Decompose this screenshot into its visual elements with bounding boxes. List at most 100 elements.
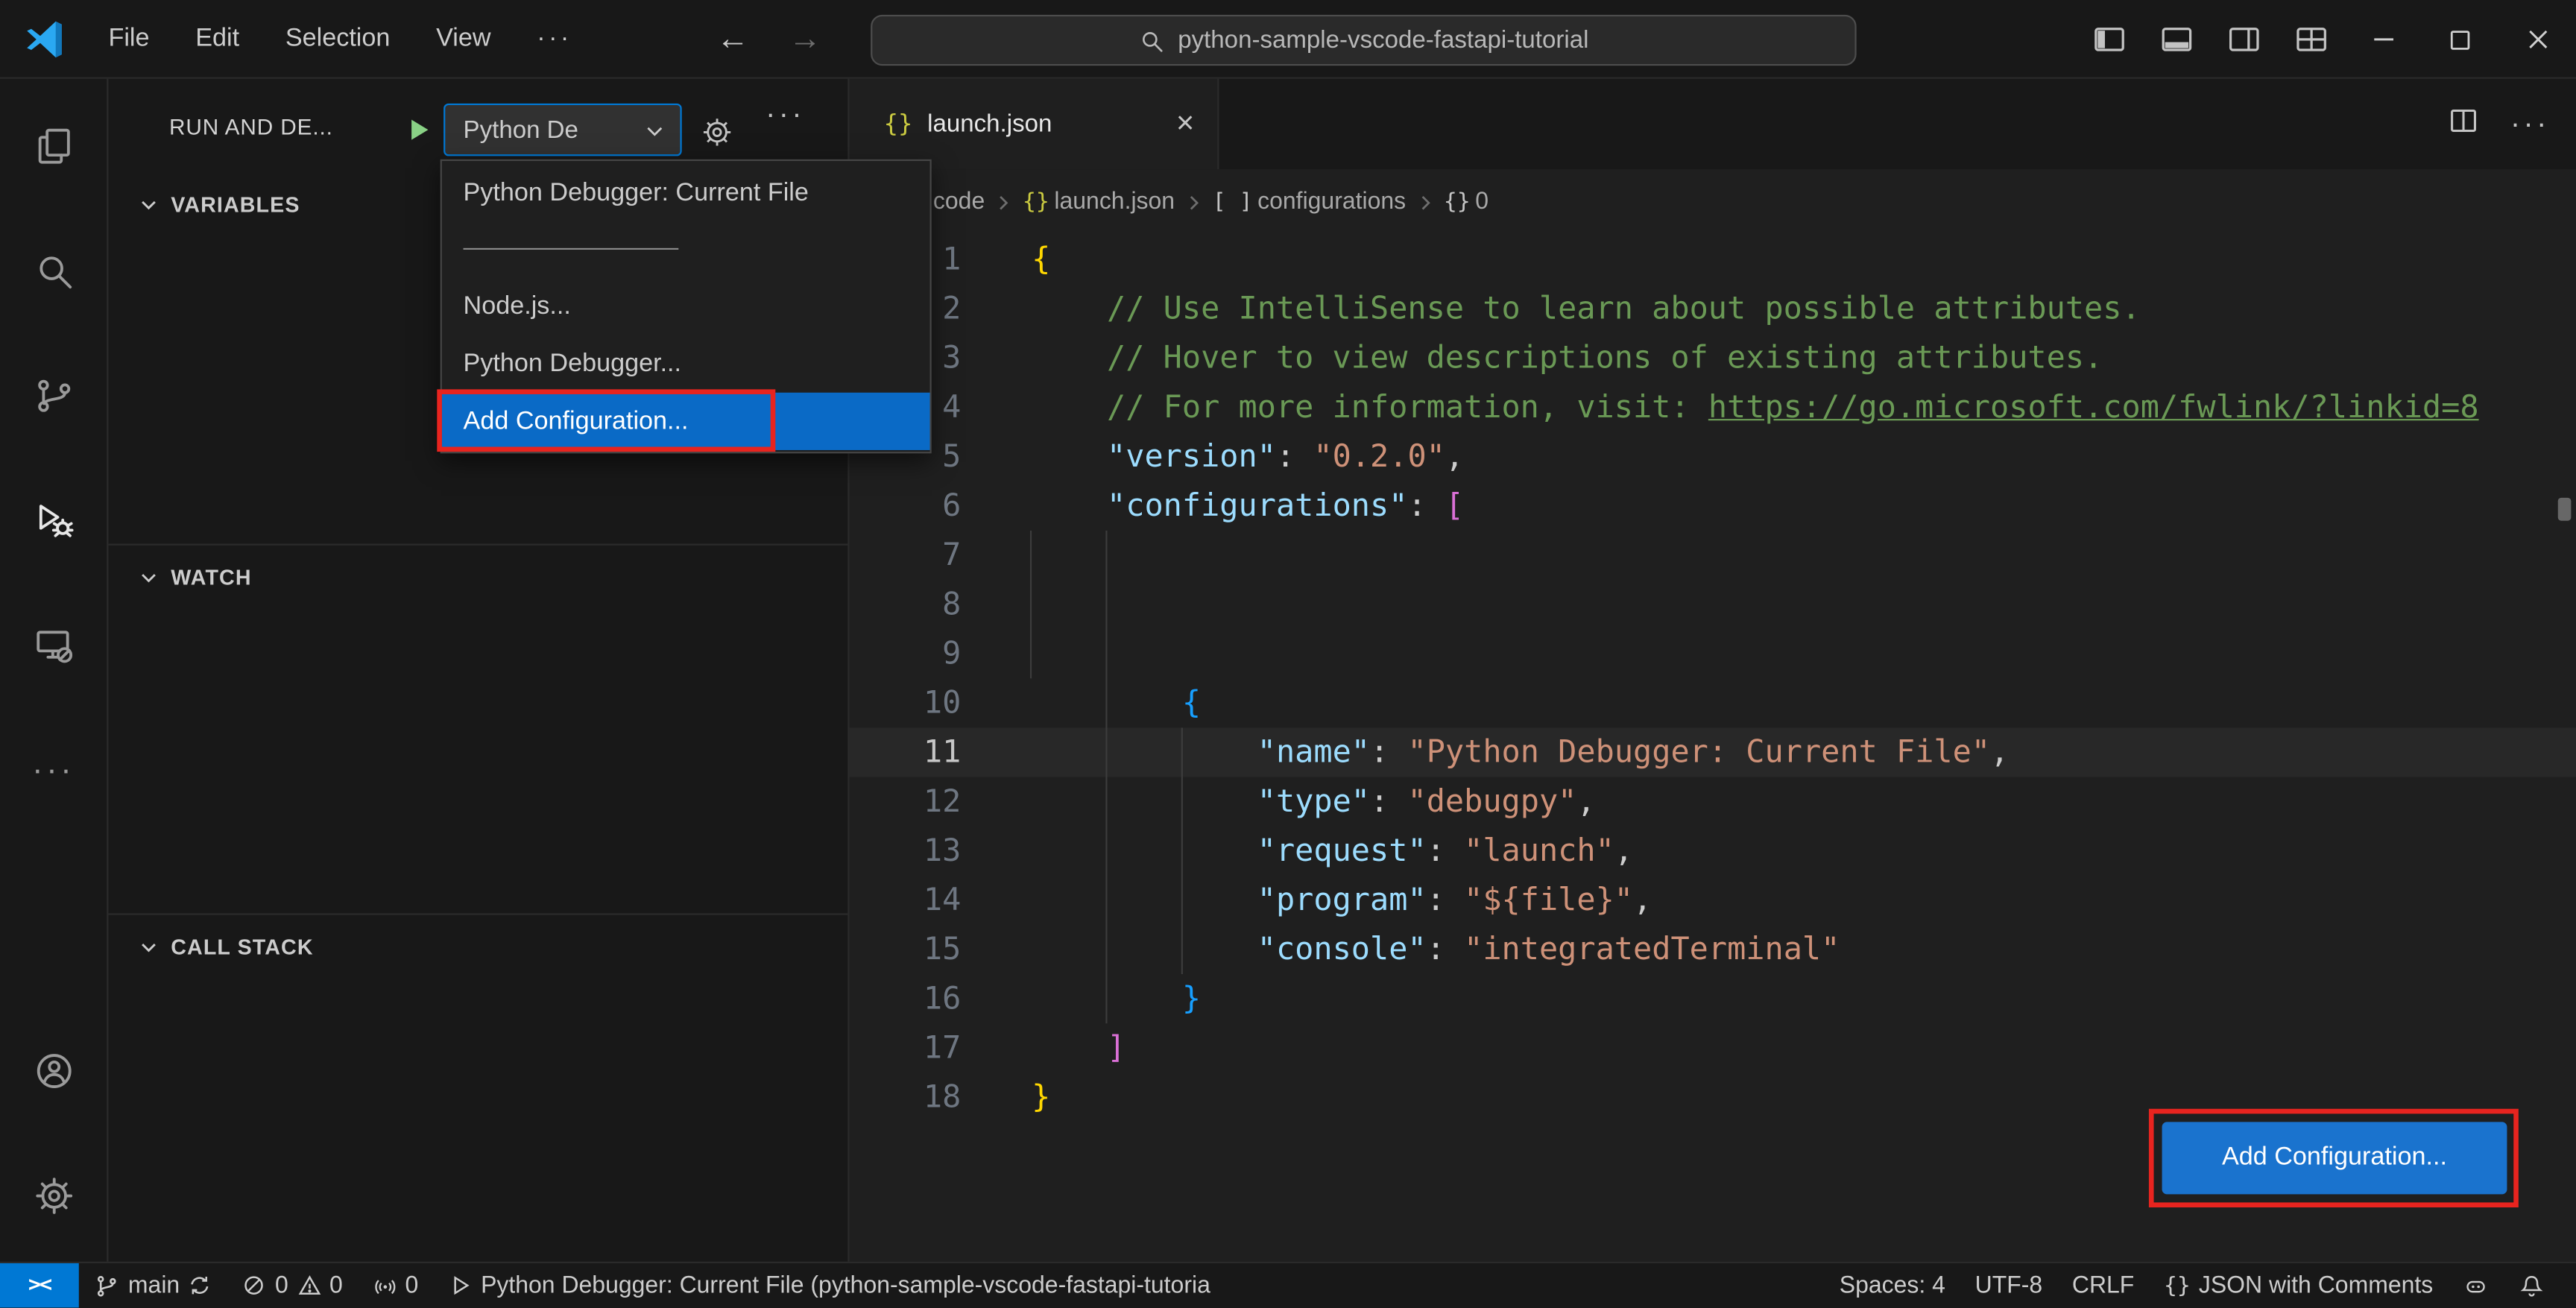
run-and-debug-icon[interactable] bbox=[0, 458, 107, 584]
menu-separator bbox=[463, 247, 679, 250]
encoding-item[interactable]: UTF-8 bbox=[1960, 1263, 2057, 1308]
add-configuration-button[interactable]: Add Configuration... bbox=[2162, 1122, 2507, 1195]
customize-layout-icon[interactable] bbox=[2277, 0, 2344, 79]
code-line[interactable]: 6 "configurations": [ bbox=[850, 481, 2576, 531]
command-center-search[interactable]: python-sample-vscode-fastapi-tutorial bbox=[871, 14, 1857, 66]
chevron-down-icon bbox=[142, 200, 156, 209]
maximize-button[interactable] bbox=[2422, 0, 2499, 79]
toggle-primary-sidebar-icon[interactable] bbox=[2075, 0, 2142, 79]
toggle-secondary-sidebar-icon[interactable] bbox=[2209, 0, 2276, 79]
toggle-panel-icon[interactable] bbox=[2142, 0, 2209, 79]
forward-arrow-icon[interactable]: → bbox=[789, 21, 821, 59]
code-line[interactable]: 15 "console": "integratedTerminal" bbox=[850, 925, 2576, 974]
code-line[interactable]: 9 bbox=[850, 629, 2576, 678]
split-editor-icon[interactable] bbox=[2446, 104, 2481, 145]
sidebar-title: RUN AND DE... bbox=[169, 115, 333, 140]
chevron-right-icon bbox=[1181, 190, 1206, 215]
title-bar: File Edit Selection View ··· ← → python-samp… bbox=[0, 0, 2576, 79]
more-actions-icon[interactable]: ··· bbox=[2510, 107, 2550, 141]
menu-file[interactable]: File bbox=[86, 13, 173, 66]
code-line[interactable]: 2 // Use IntelliSense to learn about pos… bbox=[850, 284, 2576, 333]
command-center-label: python-sample-vscode-fastapi-tutorial bbox=[1178, 26, 1589, 54]
activity-bar-top: ··· bbox=[0, 79, 107, 1009]
symbol-icon: [ ] bbox=[1212, 189, 1253, 215]
line-number: 10 bbox=[923, 685, 962, 721]
settings-gear-icon[interactable] bbox=[0, 1134, 107, 1259]
search-icon[interactable] bbox=[0, 209, 107, 334]
breadcrumb-item[interactable]: {} 0 bbox=[1444, 189, 1489, 215]
close-tab-icon[interactable]: × bbox=[1176, 108, 1194, 139]
scrollbar-marker[interactable] bbox=[2557, 497, 2572, 521]
source-control-branch-icon bbox=[97, 1274, 116, 1296]
code-line[interactable]: 10 { bbox=[850, 678, 2576, 727]
search-icon bbox=[1142, 31, 1163, 51]
back-arrow-icon[interactable]: ← bbox=[716, 21, 749, 59]
chevron-right-icon bbox=[991, 190, 1016, 215]
code-editor[interactable]: 1{2 // Use IntelliSense to learn about p… bbox=[849, 235, 2576, 1262]
copilot-item[interactable] bbox=[2448, 1263, 2504, 1308]
debug-configuration-select[interactable]: Python De bbox=[443, 103, 682, 157]
code-line[interactable]: 17 ] bbox=[850, 1023, 2576, 1072]
line-number: 7 bbox=[942, 537, 962, 574]
language-mode-item[interactable]: {} JSON with Comments bbox=[2149, 1263, 2448, 1308]
debug-status-item[interactable]: Python Debugger: Current File (python-sa… bbox=[433, 1263, 1225, 1308]
start-debugging-button[interactable] bbox=[404, 115, 434, 145]
tab-launch-json[interactable]: {} launch.json × bbox=[849, 78, 1219, 170]
menu-selection[interactable]: Selection bbox=[262, 13, 413, 66]
branch-item[interactable]: main bbox=[79, 1263, 227, 1308]
line-number: 14 bbox=[923, 882, 962, 919]
config-menu-item[interactable]: Add Configuration... bbox=[441, 392, 930, 450]
accounts-icon[interactable] bbox=[0, 1008, 107, 1134]
close-window-button[interactable] bbox=[2498, 0, 2576, 79]
config-menu-item[interactable]: Python Debugger... bbox=[442, 335, 930, 393]
tab-strip: {} launch.json × ··· bbox=[849, 78, 2576, 170]
source-control-icon[interactable] bbox=[0, 333, 107, 458]
code-line[interactable]: 14 "program": "${file}", bbox=[850, 876, 2576, 925]
breadcrumb-item[interactable]: code bbox=[933, 189, 985, 215]
config-menu-item[interactable]: Python Debugger: Current File bbox=[442, 164, 930, 221]
code-line[interactable]: 3 // Hover to view descriptions of exist… bbox=[850, 333, 2576, 382]
code-line[interactable]: 11 "name": "Python Debugger: Current Fil… bbox=[849, 727, 2576, 777]
views-and-more-actions-icon[interactable]: ··· bbox=[765, 97, 805, 131]
line-number: 6 bbox=[942, 487, 962, 525]
debug-configuration-icon bbox=[453, 1276, 469, 1295]
menu-more-icon[interactable]: ··· bbox=[514, 13, 595, 66]
chevron-down-icon bbox=[142, 573, 156, 582]
eol-item[interactable]: CRLF bbox=[2057, 1263, 2149, 1308]
remote-explorer-icon[interactable] bbox=[0, 583, 107, 708]
line-number: 18 bbox=[923, 1079, 962, 1116]
menu-edit[interactable]: Edit bbox=[172, 13, 262, 66]
minimize-button[interactable] bbox=[2344, 0, 2422, 79]
remote-indicator[interactable]: >< bbox=[0, 1263, 79, 1308]
activity-bar: ··· bbox=[0, 78, 109, 1262]
debug-settings-gear-icon[interactable] bbox=[700, 115, 734, 156]
symbol-icon: {} bbox=[1443, 189, 1471, 215]
editor-group: {} launch.json × ··· code{} launch.json[ … bbox=[849, 78, 2576, 1262]
menu-view[interactable]: View bbox=[413, 13, 514, 66]
more-views-icon[interactable]: ··· bbox=[0, 708, 107, 833]
indentation-item[interactable]: Spaces: 4 bbox=[1825, 1263, 1960, 1308]
code-line[interactable]: 13 "request": "launch", bbox=[850, 827, 2576, 876]
code-line[interactable]: 8 bbox=[850, 580, 2576, 629]
code-line[interactable]: 18} bbox=[850, 1072, 2576, 1122]
explorer-icon[interactable] bbox=[0, 83, 107, 209]
breadcrumb-item[interactable]: {} launch.json bbox=[1023, 189, 1175, 215]
watch-section-header[interactable]: WATCH bbox=[108, 552, 847, 601]
code-line[interactable]: 7 bbox=[850, 531, 2576, 580]
breadcrumb-item[interactable]: [ ] configurations bbox=[1213, 189, 1406, 215]
notifications-item[interactable] bbox=[2504, 1263, 2560, 1308]
problems-item[interactable]: 0 0 bbox=[227, 1263, 357, 1308]
config-menu-item[interactable]: Node.js... bbox=[442, 277, 930, 335]
ports-item[interactable]: 0 bbox=[358, 1263, 434, 1308]
tab-label: launch.json bbox=[927, 110, 1052, 139]
code-line[interactable]: 5 "version": "0.2.0", bbox=[850, 432, 2576, 481]
symbol-icon: {} bbox=[1022, 189, 1049, 215]
code-line[interactable]: 4 // For more information, visit: https:… bbox=[850, 383, 2576, 432]
line-number: 16 bbox=[923, 980, 962, 1017]
code-line[interactable]: 16 } bbox=[850, 974, 2576, 1023]
code-line[interactable]: 12 "type": "debugpy", bbox=[850, 777, 2576, 827]
call-stack-section-header[interactable]: CALL STACK bbox=[108, 921, 847, 970]
broadcast-icon bbox=[374, 1280, 395, 1295]
code-line[interactable]: 1{ bbox=[850, 235, 2576, 284]
bell-icon bbox=[2520, 1274, 2543, 1296]
